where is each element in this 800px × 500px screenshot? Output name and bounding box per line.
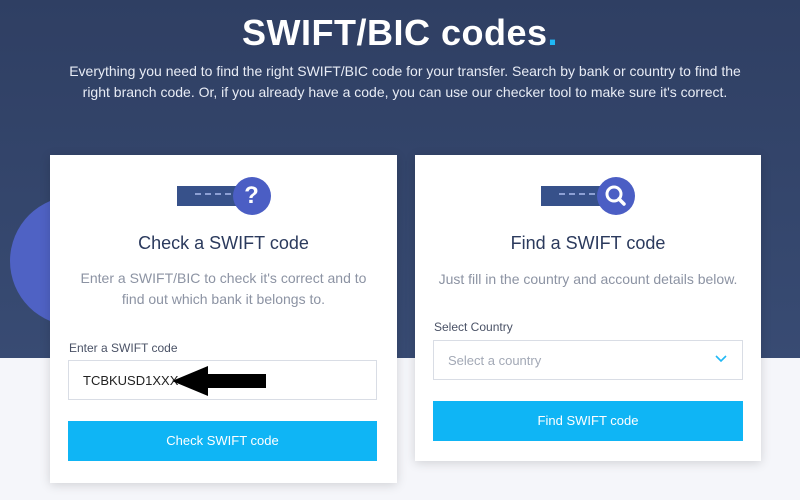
country-select-placeholder: Select a country — [448, 353, 542, 368]
chevron-down-icon — [715, 355, 727, 363]
page-title-text: SWIFT/BIC codes — [241, 12, 548, 53]
arrow-left-icon — [172, 366, 266, 396]
page-subtitle: Everything you need to find the right SW… — [69, 63, 741, 100]
page-title: SWIFT/BIC codes. — [0, 12, 800, 54]
check-card-title: Check a SWIFT code — [138, 233, 309, 253]
find-card-description: Just fill in the country and account det… — [438, 271, 738, 287]
find-swift-button[interactable]: Find SWIFT code — [433, 401, 743, 441]
card-question-icon: ? — [176, 176, 271, 216]
select-country-label: Select Country — [434, 320, 513, 334]
find-card-title: Find a SWIFT code — [510, 233, 666, 253]
card-search-icon — [541, 176, 635, 216]
page-title-dot: . — [547, 12, 559, 53]
check-swift-button[interactable]: Check SWIFT code — [68, 421, 377, 461]
check-swift-card: ? Check a SWIFT code Enter a SWIFT/BIC t… — [50, 155, 397, 483]
swift-code-label: Enter a SWIFT code — [69, 341, 178, 355]
question-mark-icon: ? — [232, 177, 271, 215]
search-icon — [597, 177, 635, 215]
find-swift-card: Find a SWIFT code Just fill in the count… — [415, 155, 761, 461]
country-select[interactable]: Select a country — [433, 340, 743, 380]
check-card-description: Enter a SWIFT/BIC to check it's correct … — [80, 270, 367, 307]
